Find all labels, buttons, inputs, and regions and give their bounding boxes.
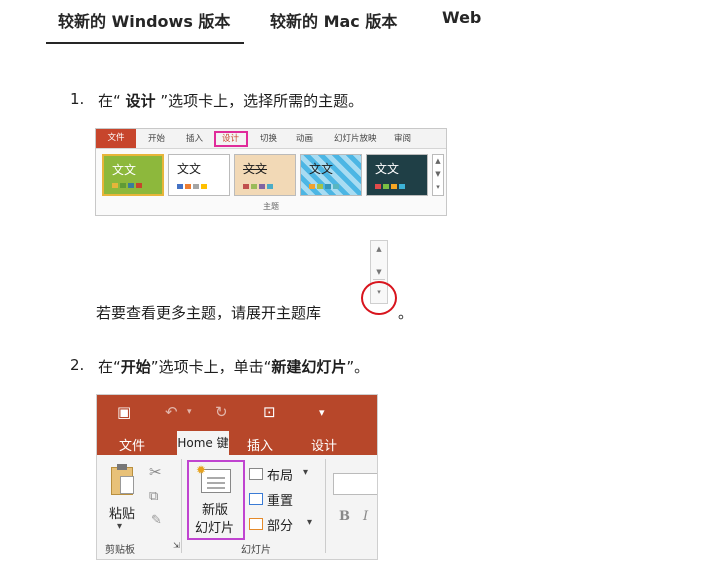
step-text-pre: 在“ (98, 92, 126, 110)
tab-home[interactable]: Home 键 (177, 431, 229, 455)
format-painter-icon[interactable]: ✎ (151, 513, 162, 528)
theme-thumbnail[interactable]: 文文 (168, 154, 230, 196)
tab-windows[interactable]: 较新的 Windows 版本 (58, 8, 230, 32)
step-text-bold: 新建幻灯片 (271, 358, 347, 376)
undo-icon[interactable]: ↶ (165, 403, 178, 421)
theme-thumbnail[interactable]: 文文 (234, 154, 296, 196)
version-tabs: 较新的 Windows 版本 较新的 Mac 版本 Web (0, 0, 720, 46)
layout-dropdown-icon[interactable]: ▾ (303, 467, 308, 478)
ribbon-tab-insert[interactable]: 插入 (186, 132, 203, 144)
ribbon-tab-slideshow[interactable]: 幻灯片放映 (334, 132, 377, 144)
font-name-field[interactable] (333, 473, 377, 495)
new-slide-label-1[interactable]: 新版 (202, 499, 228, 518)
theme-color-swatches (375, 184, 405, 189)
expand-gallery-text: 若要查看更多主题，请展开主题库 (96, 304, 322, 322)
step-text-post: ”选项卡上，选择所需的主题。 (155, 92, 364, 110)
step-text: 在“ 设计 ”选项卡上，选择所需的主题。 (98, 90, 363, 111)
theme-sample-text: 文文 (309, 162, 334, 176)
cut-icon[interactable]: ✂ (149, 463, 162, 481)
step-text-bold: 开始 (120, 358, 151, 376)
save-icon[interactable]: ▣ (117, 403, 131, 421)
design-ribbon-image: 文件 开始 插入 设计 切换 动画 幻灯片放映 审阅 文文 文文 文文 文文 文… (95, 128, 447, 216)
theme-sample-text: 文文 (375, 162, 400, 176)
tab-design[interactable]: 设计 (311, 435, 337, 454)
ribbon-tab-review[interactable]: 审阅 (394, 132, 411, 144)
tab-web[interactable]: Web (442, 8, 481, 27)
present-icon[interactable]: ⊡ (263, 403, 276, 421)
step-number: 1. (70, 90, 85, 108)
expand-gallery-period: 。 (398, 304, 414, 322)
customize-icon[interactable]: ▾ (319, 406, 325, 419)
ribbon-tab-home[interactable]: 开始 (148, 132, 165, 144)
ribbon-group-label: 主题 (263, 202, 279, 211)
italic-button[interactable]: I (363, 509, 368, 524)
home-ribbon-image: ▣ ↶ ▾ ↻ ⊡ ▾ 文件 Home 键 插入 设计 粘贴 ▾ ✂ ⧉ ✎ 剪… (96, 394, 378, 560)
tab-insert[interactable]: 插入 (247, 435, 273, 454)
dialog-launcher-icon[interactable]: ⇲ (173, 541, 180, 550)
theme-gallery-scroll[interactable]: ▲ ▼ ▾ (432, 154, 444, 196)
section-icon[interactable] (249, 518, 263, 530)
ribbon-tab-bar: 文件 Home 键 插入 设计 (97, 431, 377, 455)
step-number: 2. (70, 356, 85, 374)
slides-group-label: 幻灯片 (241, 545, 271, 556)
new-star-icon: ✹ (196, 463, 207, 477)
section-button[interactable]: 部分 (267, 515, 293, 534)
ribbon-tab-file[interactable]: 文件 (96, 129, 136, 148)
theme-sample-text: 文文 (177, 162, 202, 176)
step-text-bold: 设计 (125, 92, 156, 110)
theme-color-swatches (243, 184, 273, 189)
bold-button[interactable]: B (339, 509, 350, 524)
reset-icon[interactable] (249, 493, 263, 505)
paste-dropdown-icon[interactable]: ▾ (117, 521, 122, 532)
quick-access-toolbar: ▣ ↶ ▾ ↻ ⊡ ▾ (97, 395, 377, 431)
tab-file[interactable]: 文件 (119, 435, 145, 454)
layout-icon[interactable] (249, 468, 263, 480)
group-divider (181, 459, 182, 553)
design-tab-highlight (214, 131, 248, 147)
theme-color-swatches (309, 184, 339, 189)
ribbon-tab-strip: 文件 开始 插入 设计 切换 动画 幻灯片放映 审阅 (96, 129, 446, 149)
copy-icon[interactable]: ⧉ (149, 489, 158, 504)
new-slide-label-2[interactable]: 幻灯片 (195, 517, 234, 536)
theme-thumbnail[interactable]: 文文 (366, 154, 428, 196)
theme-thumbnail[interactable]: 文文 (300, 154, 362, 196)
highlight-circle (361, 281, 397, 315)
theme-sample-text: 文文 (243, 162, 268, 176)
reset-button[interactable]: 重置 (267, 490, 293, 509)
group-divider (325, 459, 326, 553)
step-text-mid: ”选项卡上，单击“ (150, 358, 272, 376)
ribbon-tab-animations[interactable]: 动画 (296, 132, 313, 144)
active-tab-indicator (46, 42, 244, 44)
theme-color-swatches (177, 184, 207, 189)
section-dropdown-icon[interactable]: ▾ (307, 517, 312, 528)
undo-dropdown-icon[interactable]: ▾ (187, 407, 192, 417)
step-text-pre: 在“ (98, 358, 121, 376)
redo-icon[interactable]: ↻ (215, 403, 228, 421)
theme-color-swatches (112, 183, 142, 188)
divider (373, 279, 385, 280)
scroll-down-icon[interactable]: ▼ (371, 268, 387, 276)
ribbon-tab-transitions[interactable]: 切换 (260, 132, 277, 144)
tab-mac[interactable]: 较新的 Mac 版本 (270, 8, 397, 32)
theme-sample-text: 文文 (112, 163, 137, 177)
paste-icon[interactable] (111, 464, 134, 495)
theme-thumbnail[interactable]: 文文 (102, 154, 164, 196)
new-slide-icon[interactable]: ✹ (196, 463, 231, 493)
clipboard-group-label: 剪贴板 (105, 545, 135, 556)
paste-button-label[interactable]: 粘贴 (109, 503, 135, 522)
layout-button[interactable]: 布局 (267, 465, 293, 484)
step-text-post: ”。 (346, 358, 370, 376)
step-text: 在“开始”选项卡上，单击“新建幻灯片”。 (98, 356, 369, 377)
scroll-up-icon[interactable]: ▲ (371, 245, 387, 253)
